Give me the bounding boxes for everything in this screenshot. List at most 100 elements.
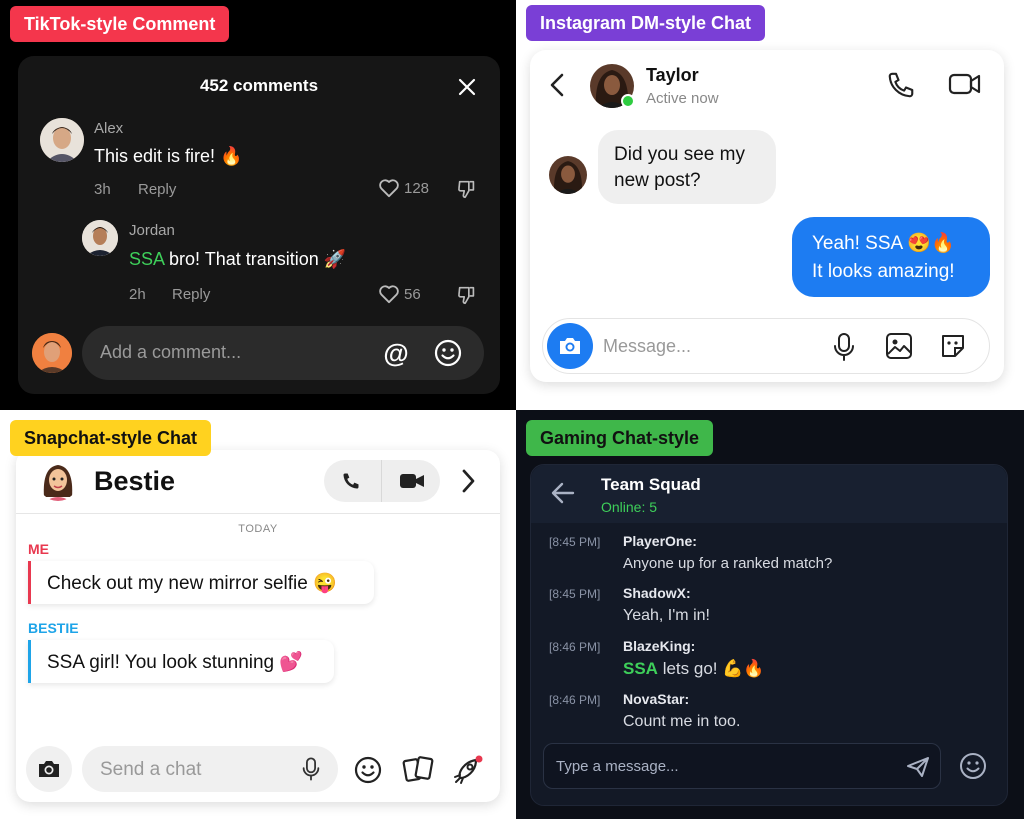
camera-icon bbox=[39, 761, 59, 777]
like-button[interactable]: 56 bbox=[378, 284, 421, 304]
ssa-highlight: SSA bbox=[129, 249, 165, 269]
rocket-icon[interactable] bbox=[452, 754, 484, 791]
me-label: ME bbox=[28, 541, 49, 557]
avatar-alex[interactable] bbox=[40, 118, 84, 162]
microphone-icon[interactable] bbox=[833, 332, 855, 367]
comment-text: This edit is fire! 🔥 bbox=[94, 146, 243, 166]
message-body: lets go! 💪🔥 bbox=[657, 659, 765, 678]
comment-time: 3h bbox=[94, 181, 111, 198]
sticker-icon[interactable] bbox=[939, 332, 967, 365]
call-pill bbox=[324, 460, 440, 502]
snapchat-tag: Snapchat-style Chat bbox=[10, 420, 212, 456]
bitmoji-avatar[interactable] bbox=[38, 461, 78, 501]
send-icon[interactable] bbox=[906, 756, 930, 783]
message-line: Did you see my bbox=[614, 144, 745, 165]
close-icon[interactable] bbox=[454, 74, 480, 100]
friend-message: SSA girl! You look stunning 💕 bbox=[28, 640, 334, 683]
chat-input[interactable]: Send a chat bbox=[82, 746, 338, 792]
reply-button[interactable]: Reply bbox=[138, 181, 176, 198]
message-user[interactable]: NovaStar: bbox=[623, 691, 689, 707]
like-count: 128 bbox=[404, 179, 430, 197]
heart-icon bbox=[379, 285, 399, 304]
squad-chat-window: Team Squad Online: 5 [8:45 PM] PlayerOne… bbox=[530, 464, 1008, 806]
like-count: 56 bbox=[404, 285, 421, 303]
message-text: Yeah, I'm in! bbox=[623, 607, 710, 624]
message-line: new post? bbox=[614, 170, 701, 191]
tiktok-tag: TikTok-style Comment bbox=[10, 6, 230, 42]
call-pill-divider bbox=[381, 460, 382, 502]
avatar-taylor-small[interactable] bbox=[549, 156, 587, 194]
snapchat-panel: Bestie TODAY ME Check out my new mirror … bbox=[0, 410, 516, 819]
chat-placeholder: Send a chat bbox=[100, 759, 202, 780]
tiktok-panel: TikTok-style Comment 452 comments Alex T… bbox=[0, 0, 516, 410]
instagram-tag: Instagram DM-style Chat bbox=[526, 5, 766, 41]
avatar-jordan[interactable] bbox=[82, 220, 118, 256]
dislike-icon[interactable] bbox=[456, 178, 478, 205]
cards-icon[interactable] bbox=[402, 754, 434, 789]
comments-count: 452 comments bbox=[199, 76, 319, 95]
emoji-icon[interactable] bbox=[959, 752, 987, 785]
chevron-right-icon[interactable] bbox=[460, 468, 476, 499]
message-time: [8:45 PM] bbox=[549, 535, 601, 549]
microphone-icon[interactable] bbox=[302, 756, 320, 787]
message-time: [8:45 PM] bbox=[549, 587, 601, 601]
phone-icon[interactable] bbox=[886, 70, 916, 105]
message-input[interactable]: Type a message... bbox=[543, 743, 941, 789]
back-arrow-icon[interactable] bbox=[551, 482, 575, 509]
comment-body: bro! That transition 🚀 bbox=[164, 249, 347, 269]
phone-icon[interactable] bbox=[336, 468, 366, 494]
header-divider bbox=[16, 513, 500, 514]
message-user[interactable]: PlayerOne: bbox=[623, 533, 697, 549]
message-time: [8:46 PM] bbox=[549, 640, 601, 654]
comment-time: 2h bbox=[129, 286, 146, 303]
message-line: Yeah! SSA 😍🔥 bbox=[812, 233, 955, 254]
gaming-tag: Gaming Chat-style bbox=[526, 420, 714, 456]
video-call-icon[interactable] bbox=[948, 70, 982, 103]
chat-title[interactable]: Bestie bbox=[94, 466, 175, 497]
message-text: Count me in too. bbox=[623, 713, 741, 730]
message-user[interactable]: BlazeKing: bbox=[623, 638, 695, 654]
comment-input-placeholder: Add a comment... bbox=[100, 342, 242, 362]
comment-input[interactable]: Add a comment... @ bbox=[82, 326, 484, 380]
message-time: [8:46 PM] bbox=[549, 693, 601, 707]
online-count: Online: 5 bbox=[601, 499, 658, 515]
contact-name[interactable]: Taylor bbox=[646, 65, 699, 86]
like-button[interactable]: 128 bbox=[378, 178, 429, 198]
dislike-icon[interactable] bbox=[456, 284, 478, 311]
camera-icon bbox=[560, 338, 580, 354]
message-placeholder: Message... bbox=[603, 336, 692, 356]
online-dot bbox=[621, 94, 635, 108]
ssa-highlight: SSA bbox=[623, 659, 658, 678]
incoming-message: Did you see my new post? bbox=[598, 130, 776, 204]
snap-chat-window: Bestie TODAY ME Check out my new mirror … bbox=[16, 450, 500, 802]
friend-label: BESTIE bbox=[28, 620, 79, 636]
comments-sheet: 452 comments Alex This edit is fire! 🔥 3… bbox=[18, 56, 500, 394]
message-input[interactable]: Message... bbox=[542, 318, 990, 374]
day-separator: TODAY bbox=[238, 523, 278, 535]
back-icon[interactable] bbox=[548, 72, 566, 103]
dm-window: Taylor Active now Did you see my new pos… bbox=[530, 50, 1004, 382]
contact-status: Active now bbox=[646, 90, 719, 107]
comment-text: SSA bro! That transition 🚀 bbox=[129, 249, 346, 270]
gallery-icon[interactable] bbox=[885, 332, 913, 365]
comment-author[interactable]: Alex bbox=[94, 120, 123, 137]
squad-title[interactable]: Team Squad bbox=[601, 475, 701, 495]
instagram-panel: Instagram DM-style Chat Taylor Active no… bbox=[516, 0, 1024, 410]
reply-button[interactable]: Reply bbox=[172, 286, 210, 303]
camera-button[interactable] bbox=[547, 323, 593, 369]
gaming-panel: Gaming Chat-style Team Squad Online: 5 [… bbox=[516, 410, 1024, 819]
my-message: Check out my new mirror selfie 😜 bbox=[28, 561, 374, 604]
camera-button[interactable] bbox=[26, 746, 72, 792]
user-avatar[interactable] bbox=[32, 333, 72, 373]
mention-icon[interactable]: @ bbox=[382, 338, 410, 368]
emoji-icon[interactable] bbox=[434, 339, 462, 372]
message-line: It looks amazing! bbox=[812, 261, 955, 282]
heart-icon bbox=[379, 179, 399, 198]
comment-author[interactable]: Jordan bbox=[129, 222, 175, 239]
message-user[interactable]: ShadowX: bbox=[623, 585, 691, 601]
message-placeholder: Type a message... bbox=[556, 758, 679, 775]
outgoing-message: Yeah! SSA 😍🔥 It looks amazing! bbox=[792, 217, 990, 297]
emoji-icon[interactable] bbox=[354, 756, 382, 789]
video-call-icon[interactable] bbox=[396, 468, 428, 494]
message-text: Anyone up for a ranked match? bbox=[623, 555, 833, 572]
